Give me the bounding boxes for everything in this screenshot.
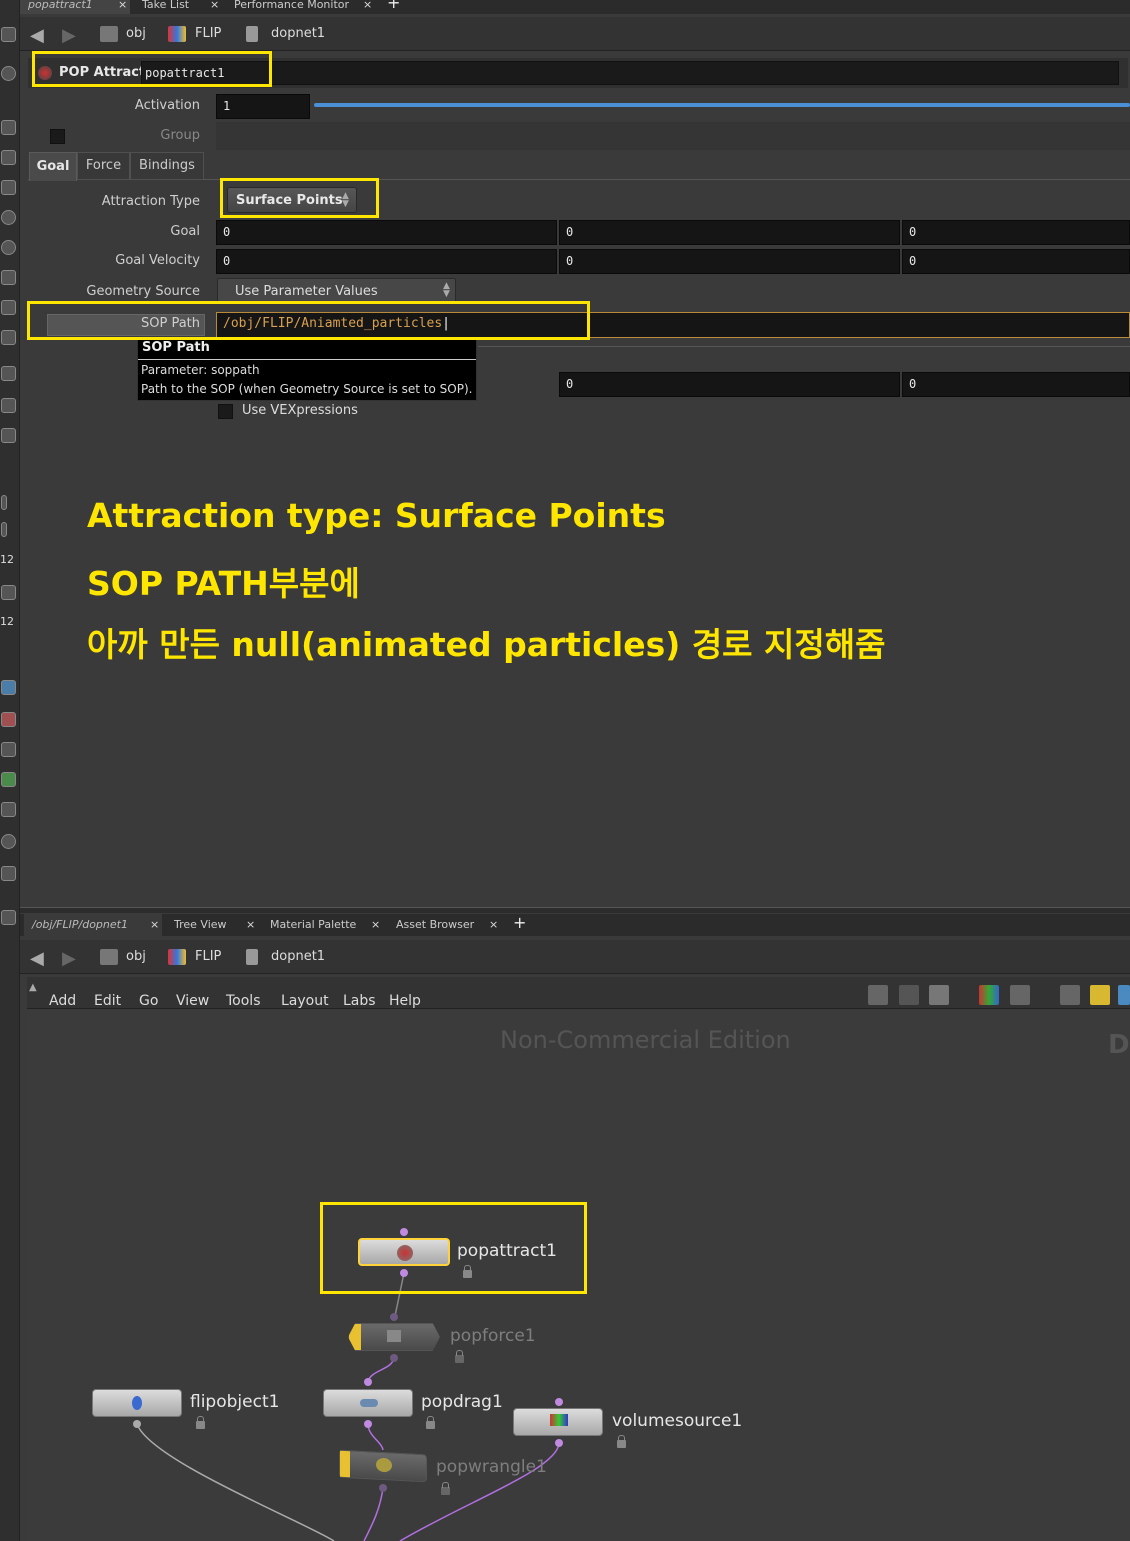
pop-force-icon xyxy=(387,1330,401,1342)
input-connector[interactable] xyxy=(390,1313,398,1321)
popwrangle-node[interactable] xyxy=(339,1449,427,1483)
lock-icon xyxy=(617,1435,626,1448)
output-connector[interactable] xyxy=(555,1439,563,1447)
input-connector[interactable] xyxy=(555,1398,563,1406)
flipobject-label: flipobject1 xyxy=(190,1392,280,1412)
pop-wrangle-icon xyxy=(376,1457,392,1473)
output-connector[interactable] xyxy=(379,1484,387,1492)
volumesource-label: volumesource1 xyxy=(612,1411,743,1431)
output-connector[interactable] xyxy=(390,1354,398,1362)
lock-icon xyxy=(196,1416,205,1429)
popdrag-node[interactable] xyxy=(323,1389,413,1417)
popforce-node[interactable] xyxy=(348,1323,440,1351)
input-connector[interactable] xyxy=(364,1378,372,1386)
popforce-label: popforce1 xyxy=(450,1326,536,1346)
output-connector[interactable] xyxy=(364,1420,372,1428)
volumesource-node[interactable] xyxy=(513,1408,603,1436)
highlight-popattract-node xyxy=(320,1202,587,1294)
lock-icon xyxy=(426,1416,435,1429)
flipobject-node[interactable] xyxy=(92,1389,182,1417)
bypass-flag[interactable] xyxy=(340,1450,350,1478)
popwrangle-label: popwrangle1 xyxy=(436,1457,547,1477)
lock-icon xyxy=(441,1482,450,1495)
popdrag-label: popdrag1 xyxy=(421,1392,503,1412)
output-connector[interactable] xyxy=(133,1420,141,1428)
droplet-icon xyxy=(132,1396,142,1410)
lock-icon xyxy=(455,1350,464,1363)
volume-source-icon xyxy=(550,1414,568,1426)
node-wires xyxy=(136,1272,560,1541)
pop-drag-icon xyxy=(360,1399,378,1407)
